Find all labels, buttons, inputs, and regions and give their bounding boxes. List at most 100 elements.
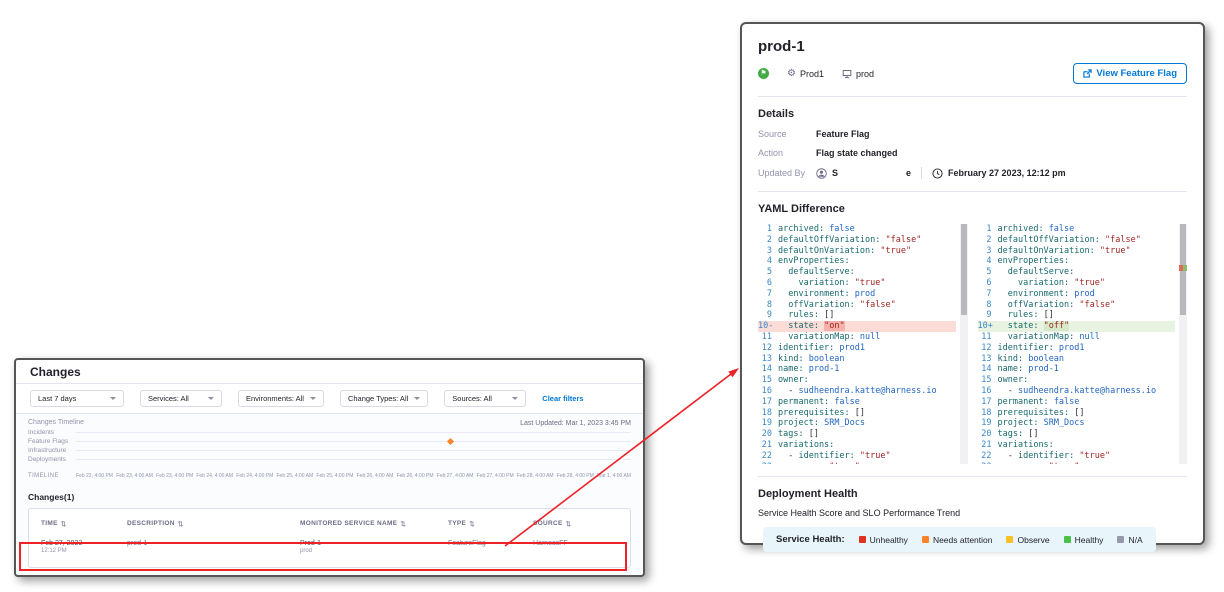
filter-dropdown-label: Environments: All — [246, 394, 304, 403]
yaml-line: 8 offVariation: "false" — [978, 300, 1176, 311]
gear-icon: ⚙ — [787, 69, 796, 79]
legend-item-label: N/A — [1128, 535, 1142, 545]
timeline-row-label: Infrastructure — [28, 447, 76, 454]
detail-row-source: Source Feature Flag — [758, 129, 1187, 139]
external-link-icon — [1083, 69, 1092, 78]
yaml-line: 12identifier: prod1 — [978, 343, 1176, 354]
timeline-row-infrastructure: Infrastructure — [28, 446, 631, 455]
chevron-down-icon — [512, 397, 518, 400]
yaml-line: 9 rules: [] — [978, 310, 1176, 321]
legend-item-healthy: Healthy — [1064, 535, 1104, 545]
yaml-line: 22 - identifier: "true" — [978, 451, 1176, 462]
column-header-source[interactable]: SOURCE⇅ — [533, 520, 630, 528]
yaml-line: 20tags: [] — [758, 429, 956, 440]
filter-dropdown-label: Sources: All — [452, 394, 492, 403]
legend-color-swatch — [1064, 536, 1071, 543]
timeline-tick: Feb 27, 4:00 AM — [437, 473, 474, 479]
featureflag-source-icon: ⚑ — [758, 68, 769, 79]
filter-dropdown-last-7-days[interactable]: Last 7 days — [30, 390, 124, 407]
legend-color-swatch — [1006, 536, 1013, 543]
filter-dropdown-label: Last 7 days — [38, 394, 76, 403]
yaml-line: 2defaultOffVariation: "false" — [978, 235, 1176, 246]
updated-by-name-end: e — [906, 168, 911, 178]
divider — [758, 476, 1187, 477]
timeline-tick: Feb 28, 4:00 PM — [557, 473, 594, 479]
chevron-down-icon — [310, 397, 316, 400]
yaml-diff-pane-left[interactable]: 1archived: false2defaultOffVariation: "f… — [758, 224, 968, 464]
yaml-line-changed: 10+ state: "off" — [978, 321, 1176, 332]
deployment-health-heading: Deployment Health — [758, 488, 1187, 500]
yaml-line: 15owner: — [758, 375, 956, 386]
legend-item-unhealthy: Unhealthy — [859, 535, 908, 545]
diff-scrollbar-right[interactable] — [1179, 224, 1187, 464]
service-health-label: Service Health: — [776, 534, 845, 545]
last-updated-text: Last Updated: Mar 1, 2023 3:45 PM — [520, 420, 631, 427]
column-header-type[interactable]: TYPE⇅ — [448, 520, 533, 528]
sort-icon: ⇅ — [61, 520, 67, 528]
yaml-line: 1archived: false — [758, 224, 956, 235]
yaml-line: 1archived: false — [978, 224, 1176, 235]
timeline-tick: Feb 23, 4:00 AM — [116, 473, 153, 479]
legend-color-swatch — [859, 536, 866, 543]
timeline-tick: Feb 23, 4:00 PM — [156, 473, 193, 479]
legend-color-swatch — [922, 536, 929, 543]
divider — [758, 96, 1187, 97]
legend-item-label: Healthy — [1075, 535, 1104, 545]
monitored-service-chip: ⚙ Prod1 — [787, 69, 824, 79]
timeline-row-incidents: Incidents — [28, 428, 631, 437]
yaml-diff-pane-right[interactable]: 1archived: false2defaultOffVariation: "f… — [978, 224, 1188, 464]
yaml-line: 7 environment: prod — [758, 289, 956, 300]
timeline-row-label: Deployments — [28, 456, 76, 463]
view-feature-flag-button[interactable]: View Feature Flag — [1073, 63, 1187, 84]
chevron-down-icon — [208, 397, 214, 400]
yaml-line: 2defaultOffVariation: "false" — [758, 235, 956, 246]
diff-scrollbar-left[interactable] — [960, 224, 968, 464]
yaml-line: 3defaultOnVariation: "true" — [978, 246, 1176, 257]
changes-count-heading: Changes(1) — [28, 492, 631, 502]
updated-by-name-start: S — [832, 168, 838, 178]
yaml-line: 18prerequisites: [] — [758, 408, 956, 419]
yaml-line: 19project: SRM_Docs — [758, 418, 956, 429]
sort-icon: ⇅ — [566, 520, 572, 528]
timeline-tick: Mar 1, 4:00 AM — [597, 473, 631, 479]
timeline-tick: Feb 27, 4:00 PM — [477, 473, 514, 479]
column-header-description[interactable]: DESCRIPTION⇅ — [127, 520, 300, 528]
filter-bar: Last 7 days Services: All Environments: Al… — [16, 384, 643, 414]
filter-dropdown-services-all[interactable]: Services: All — [140, 390, 222, 407]
column-header-label: DESCRIPTION — [127, 520, 175, 528]
cell-description: prod-1 — [127, 540, 300, 554]
changes-table: TIME⇅DESCRIPTION⇅MONITORED SERVICE NAME⇅… — [28, 508, 631, 568]
timeline-tick: Feb 26, 4:00 AM — [357, 473, 394, 479]
filter-dropdown-change-types-all[interactable]: Change Types: All — [340, 390, 428, 407]
column-header-label: SOURCE — [533, 520, 563, 528]
clear-filters-link[interactable]: Clear filters — [542, 394, 583, 403]
yaml-line: 11 variationMap: null — [978, 332, 1176, 343]
chevron-down-icon — [110, 397, 116, 400]
table-row[interactable]: Feb 27, 2023 12:12 PM prod-1 Prod-1 prod… — [29, 533, 630, 554]
diff-change-markers — [1179, 265, 1187, 271]
column-header-monitored-service-name[interactable]: MONITORED SERVICE NAME⇅ — [300, 520, 448, 528]
yaml-line: 21variations: — [758, 440, 956, 451]
deployment-health-subtitle: Service Health Score and SLO Performance… — [758, 508, 1187, 518]
column-header-time[interactable]: TIME⇅ — [41, 520, 127, 528]
service-health-legend: Service Health: Unhealthy Needs attention… — [763, 527, 1156, 552]
sort-icon: ⇅ — [178, 520, 184, 528]
timeline-rows: IncidentsFeature FlagsInfrastructureDepl… — [28, 428, 631, 464]
yaml-line: 23 name: "true" — [978, 462, 1176, 464]
yaml-line: 12identifier: prod1 — [758, 343, 956, 354]
changes-panel: Changes Last 7 daysServices: AllEnvironm… — [14, 358, 645, 577]
page-title: prod-1 — [758, 38, 1187, 55]
filter-dropdown-label: Services: All — [148, 394, 189, 403]
filter-dropdown-environments-all[interactable]: Environments: All — [238, 390, 324, 407]
change-event-marker[interactable] — [447, 438, 454, 445]
legend-item-observe: Observe — [1006, 535, 1049, 545]
legend-color-swatch — [1117, 536, 1124, 543]
legend-item-needs-attention: Needs attention — [922, 535, 993, 545]
cell-time: Feb 27, 2023 12:12 PM — [41, 540, 127, 554]
filter-dropdown-sources-all[interactable]: Sources: All — [444, 390, 526, 407]
timeline-row-deployments: Deployments — [28, 455, 631, 464]
yaml-line: 21variations: — [978, 440, 1176, 451]
timeline-track — [76, 432, 631, 433]
yaml-line: 18prerequisites: [] — [978, 408, 1176, 419]
divider — [921, 167, 922, 179]
